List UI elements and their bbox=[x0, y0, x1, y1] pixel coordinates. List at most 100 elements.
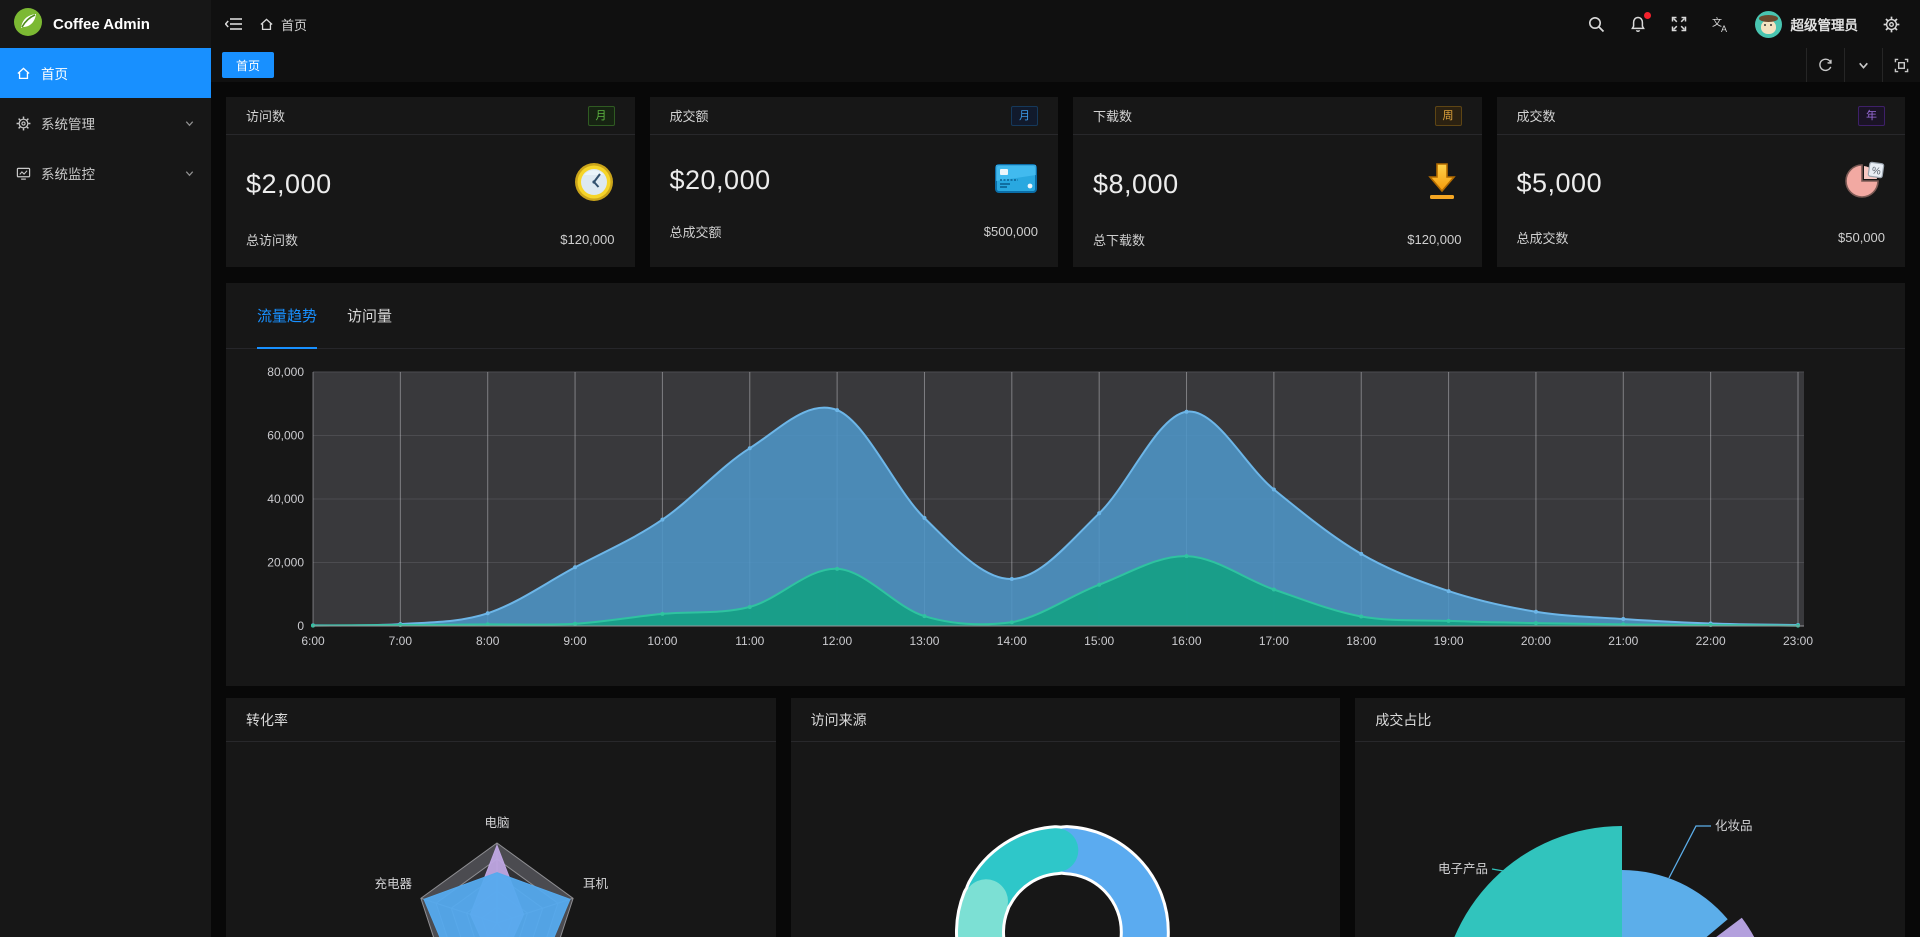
tab-visit-volume[interactable]: 访问量 bbox=[347, 283, 392, 349]
svg-text:19:00: 19:00 bbox=[1434, 634, 1464, 648]
app-title: Coffee Admin bbox=[53, 16, 150, 33]
settings-gear-icon[interactable] bbox=[1883, 16, 1900, 33]
sidebar-item-label: 系统管理 bbox=[41, 113, 95, 133]
search-icon[interactable] bbox=[1588, 16, 1605, 33]
fullscreen-icon[interactable] bbox=[1671, 16, 1687, 32]
chevron-down-icon bbox=[184, 168, 195, 179]
svg-text:23:00: 23:00 bbox=[1783, 634, 1813, 648]
translate-icon[interactable]: 文A bbox=[1712, 16, 1730, 33]
breadcrumb[interactable]: 首页 bbox=[259, 15, 307, 34]
svg-text:14:00: 14:00 bbox=[997, 634, 1027, 648]
sidebar-item-system-monitor[interactable]: 系统监控 bbox=[0, 148, 211, 198]
stat-cards-row: 访问数 月 $2,000 bbox=[226, 97, 1905, 267]
card-value: $8,000 bbox=[1093, 169, 1179, 200]
card-footer-label: 总访问数 bbox=[246, 230, 298, 249]
coffee-admin-logo-icon bbox=[13, 7, 43, 42]
trend-chart-tabs: 流量趋势 访问量 bbox=[226, 283, 1905, 349]
svg-text:耳机: 耳机 bbox=[583, 877, 609, 891]
svg-text:17:00: 17:00 bbox=[1259, 634, 1289, 648]
card-footer-value: $120,000 bbox=[1407, 232, 1461, 247]
card-footer-value: $120,000 bbox=[560, 232, 614, 247]
donut-chart bbox=[791, 742, 1340, 937]
main-content: 访问数 月 $2,000 bbox=[211, 82, 1920, 937]
svg-text:20:00: 20:00 bbox=[1521, 634, 1551, 648]
stat-card-deals: 成交数 年 $5,000 % 总成交数 bbox=[1497, 97, 1906, 267]
card-title: 访问数 bbox=[246, 106, 285, 125]
svg-text:18:00: 18:00 bbox=[1346, 634, 1376, 648]
gear-icon bbox=[16, 116, 31, 131]
sidebar-item-label: 首页 bbox=[41, 63, 68, 83]
sidebar-item-home[interactable]: 首页 bbox=[0, 48, 211, 98]
logo[interactable]: Coffee Admin bbox=[0, 0, 211, 48]
stat-card-turnover: 成交额 月 $20,000 bbox=[650, 97, 1059, 267]
rose-pie-chart: 电子产品化妆品 bbox=[1355, 742, 1904, 937]
svg-text:充电器: 充电器 bbox=[374, 876, 412, 891]
card-value: $20,000 bbox=[670, 165, 771, 196]
svg-text:6:00: 6:00 bbox=[301, 634, 325, 648]
period-badge: 月 bbox=[1011, 106, 1038, 126]
svg-text:15:00: 15:00 bbox=[1084, 634, 1114, 648]
svg-text:12:00: 12:00 bbox=[822, 634, 852, 648]
download-icon bbox=[1422, 161, 1462, 208]
username: 超级管理员 bbox=[1791, 14, 1859, 34]
card-value: $5,000 bbox=[1517, 168, 1603, 199]
home-icon bbox=[16, 66, 31, 81]
breadcrumb-home-label: 首页 bbox=[281, 15, 307, 34]
card-footer-value: $50,000 bbox=[1838, 230, 1885, 245]
chevron-down-icon[interactable] bbox=[1844, 48, 1882, 82]
svg-text:%: % bbox=[1871, 165, 1881, 177]
menu-fold-icon[interactable] bbox=[225, 16, 243, 32]
svg-text:电子产品: 电子产品 bbox=[1438, 862, 1488, 876]
sidebar-item-system-admin[interactable]: 系统管理 bbox=[0, 98, 211, 148]
trend-chart-card: 流量趋势 访问量 020,00040,00060,00080,0006:007:… bbox=[226, 283, 1905, 686]
svg-text:20,000: 20,000 bbox=[267, 556, 304, 570]
avatar bbox=[1755, 11, 1782, 38]
sidebar-menu: 首页 系统管理 系统监控 bbox=[0, 48, 211, 198]
svg-text:11:00: 11:00 bbox=[735, 634, 764, 648]
card-footer-label: 总下载数 bbox=[1093, 230, 1145, 249]
radar-chart: 电脑耳机 充电器 bbox=[226, 742, 775, 937]
monitor-icon bbox=[16, 166, 31, 181]
svg-text:22:00: 22:00 bbox=[1696, 634, 1726, 648]
bell-icon[interactable] bbox=[1630, 16, 1646, 33]
visit-source-card: 访问来源 bbox=[791, 698, 1341, 937]
stat-card-visits: 访问数 月 $2,000 bbox=[226, 97, 635, 267]
svg-text:7:00: 7:00 bbox=[389, 634, 413, 648]
area-chart: 020,00040,00060,00080,0006:007:008:009:0… bbox=[226, 349, 1905, 685]
sidebar-item-label: 系统监控 bbox=[41, 163, 95, 183]
card-footer-label: 总成交额 bbox=[670, 222, 722, 241]
period-badge: 年 bbox=[1858, 106, 1885, 126]
card-title: 成交数 bbox=[1517, 106, 1556, 125]
svg-text:9:00: 9:00 bbox=[563, 634, 587, 648]
svg-text:8:00: 8:00 bbox=[476, 634, 500, 648]
user-menu[interactable]: 超级管理员 bbox=[1755, 11, 1859, 38]
card-title: 成交额 bbox=[670, 106, 709, 125]
svg-text:40,000: 40,000 bbox=[267, 492, 304, 506]
svg-text:0: 0 bbox=[297, 619, 304, 633]
page-tabs-bar: 首页 bbox=[211, 48, 1920, 82]
tab-traffic-trend[interactable]: 流量趋势 bbox=[257, 283, 317, 349]
sidebar: Coffee Admin 首页 系统管理 bbox=[0, 0, 211, 937]
bottom-cards-row: 转化率 电脑耳机 充电器 访问来源 成交占比 电子产品化妆品 bbox=[226, 698, 1905, 937]
conversion-rate-card: 转化率 电脑耳机 充电器 bbox=[226, 698, 776, 937]
tab-tools bbox=[1806, 48, 1920, 82]
gauge-clock-icon bbox=[573, 161, 615, 208]
tab-home[interactable]: 首页 bbox=[222, 52, 274, 78]
svg-text:60,000: 60,000 bbox=[267, 429, 304, 443]
card-footer-value: $500,000 bbox=[984, 224, 1038, 239]
deal-share-card: 成交占比 电子产品化妆品 bbox=[1355, 698, 1905, 937]
svg-text:电脑: 电脑 bbox=[484, 816, 509, 830]
card-title: 成交占比 bbox=[1355, 698, 1905, 742]
refresh-icon[interactable] bbox=[1806, 48, 1844, 82]
stat-card-downloads: 下载数 周 $8,000 总下载数 $120,000 bbox=[1073, 97, 1482, 267]
pie-percent-icon: % bbox=[1843, 161, 1885, 206]
chevron-down-icon bbox=[184, 118, 195, 129]
home-icon bbox=[259, 17, 274, 32]
card-title: 转化率 bbox=[226, 698, 776, 742]
layout-expand-icon[interactable] bbox=[1882, 48, 1920, 82]
card-value: $2,000 bbox=[246, 169, 332, 200]
notification-dot bbox=[1644, 12, 1651, 19]
svg-text:A: A bbox=[1721, 24, 1727, 33]
credit-card-icon bbox=[994, 161, 1038, 200]
card-footer-label: 总成交数 bbox=[1517, 228, 1569, 247]
